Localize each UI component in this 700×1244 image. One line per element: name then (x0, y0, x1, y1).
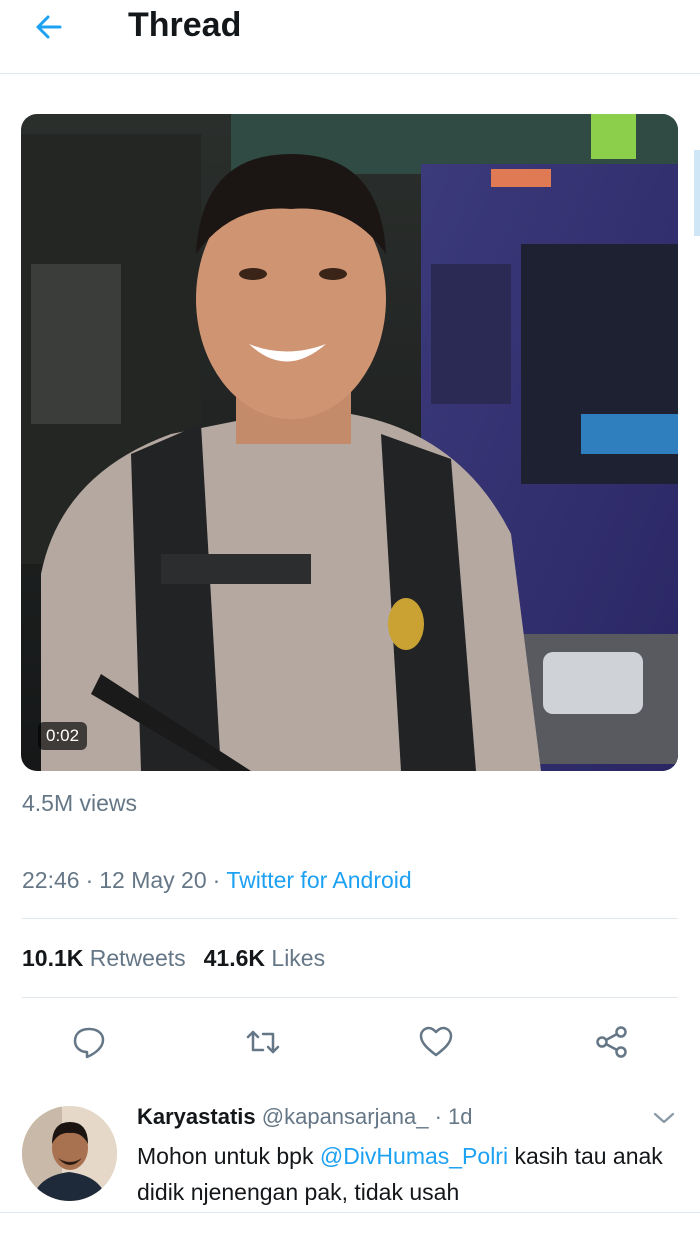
engagement-stats: 10.1K Retweets 41.6K Likes (22, 945, 325, 972)
divider (22, 997, 678, 998)
retweets-stat[interactable]: 10.1K Retweets (22, 945, 186, 971)
likes-label: Likes (271, 945, 326, 971)
retweet-icon[interactable] (245, 1024, 281, 1060)
like-icon[interactable] (418, 1024, 454, 1060)
likes-stat[interactable]: 41.6K Likes (204, 945, 325, 971)
share-icon[interactable] (594, 1024, 630, 1060)
page-title: Thread (128, 6, 242, 44)
separator: · (212, 867, 221, 893)
reply-text: Mohon untuk bpk @DivHumas_Polri kasih ta… (137, 1138, 687, 1210)
back-arrow-icon[interactable] (30, 12, 70, 42)
likes-count: 41.6K (203, 945, 266, 971)
view-count: 4.5M views (22, 790, 138, 816)
retweets-label: Retweets (89, 945, 186, 971)
mention-link[interactable]: @DivHumas_Polri (320, 1143, 508, 1169)
reply-text-part: Mohon untuk bpk (137, 1143, 320, 1169)
separator: · (434, 1104, 442, 1129)
reply-icon[interactable] (71, 1024, 107, 1060)
video-player[interactable] (21, 114, 678, 771)
tweet-time: 22:46 (22, 867, 80, 893)
separator: · (85, 867, 94, 893)
reply-age: 1d (448, 1104, 473, 1129)
chevron-down-icon[interactable] (652, 1110, 676, 1126)
scroll-indicator[interactable] (694, 150, 700, 236)
tweet-date: 12 May 20 (99, 867, 207, 893)
retweets-count: 10.1K (22, 945, 84, 971)
top-bar: Thread (0, 0, 700, 74)
reply-author-handle[interactable]: @kapansarjana_ (262, 1104, 429, 1129)
divider (22, 918, 678, 919)
avatar[interactable] (22, 1106, 117, 1201)
tweet-source-link[interactable]: Twitter for Android (226, 867, 411, 893)
reply-author-name[interactable]: Karyastatis (137, 1104, 256, 1129)
video-duration-badge: 0:02 (38, 722, 88, 750)
tweet-meta: 22:46 · 12 May 20 · Twitter for Android (22, 867, 412, 894)
reply-header: Karyastatis @kapansarjana_ · 1d (137, 1104, 473, 1130)
video-frame (21, 114, 678, 771)
bottom-bar (0, 1212, 700, 1244)
